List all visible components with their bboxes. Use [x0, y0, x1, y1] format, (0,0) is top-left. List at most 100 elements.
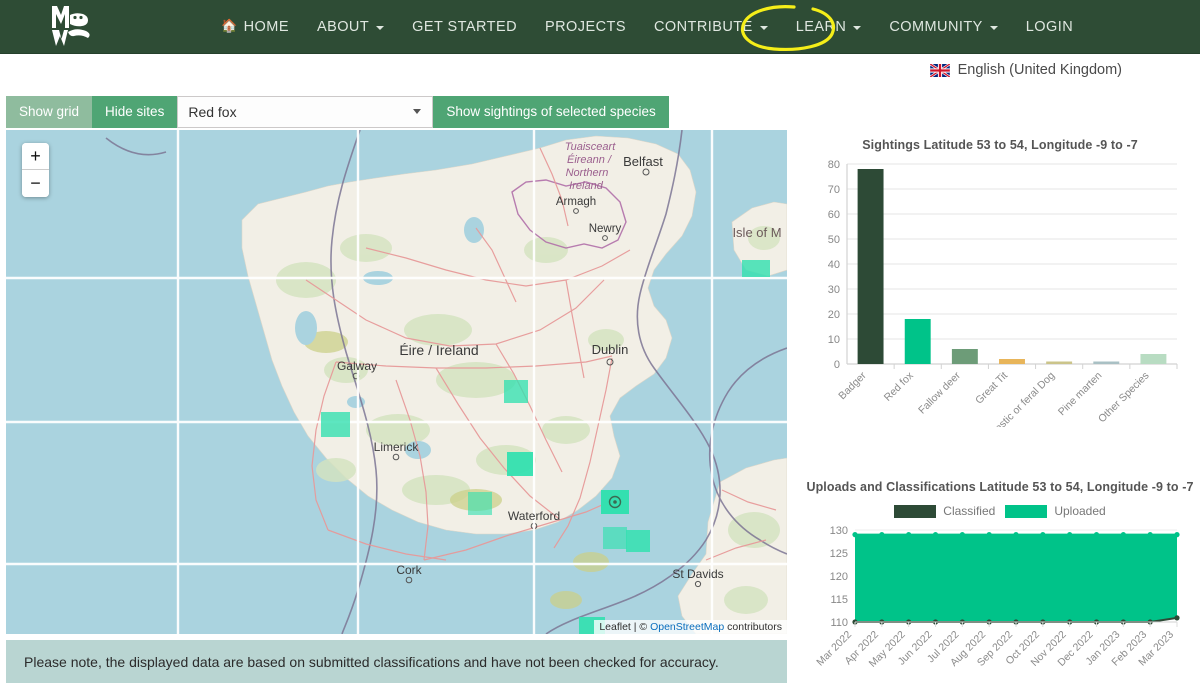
legend-swatch-classified: [894, 504, 937, 518]
legend-item-uploaded[interactable]: Uploaded: [1005, 504, 1106, 518]
sighting-square[interactable]: [603, 527, 627, 549]
chevron-down-icon: [853, 26, 862, 30]
sighting-square[interactable]: [626, 530, 650, 552]
y-axis-tick: 110: [830, 617, 848, 629]
nav-item-projects[interactable]: PROJECTS: [531, 0, 640, 54]
map-label: Waterford: [508, 509, 560, 523]
nav-label: COMMUNITY: [889, 19, 983, 35]
nav-item-login[interactable]: LOGIN: [1012, 0, 1087, 54]
sighting-square[interactable]: [321, 412, 350, 437]
sighting-square[interactable]: [468, 492, 492, 515]
bar-chart-title: Sightings Latitude 53 to 54, Longitude -…: [862, 138, 1138, 152]
x-axis-category-label: Fallow deer: [916, 369, 963, 416]
data-accuracy-note: Please note, the displayed data are base…: [6, 640, 787, 683]
map-label: Éire / Ireland: [399, 342, 478, 358]
bar[interactable]: [1140, 354, 1167, 364]
nav-menu: 🏠 HOME ABOUT GET STARTED PROJECTS CONTRI…: [207, 0, 1087, 54]
bar[interactable]: [1046, 361, 1073, 365]
map-label: Cork: [396, 563, 422, 577]
site-logo[interactable]: [44, 2, 106, 52]
y-axis-tick: 130: [830, 525, 848, 537]
nav-label: HOME: [243, 19, 289, 35]
leaflet-map[interactable]: Tuaisceart Éireann / Northern Ireland Belfas…: [6, 130, 787, 634]
nav-item-home[interactable]: 🏠 HOME: [207, 0, 303, 54]
chevron-down-icon: [413, 109, 422, 114]
line-chart-canvas: 110115120125130Mar 2022Apr 2022May 2022J…: [814, 525, 1180, 670]
x-axis-category-label: Pine marten: [1056, 370, 1105, 419]
show-grid-button[interactable]: Show grid: [6, 96, 93, 128]
map-label: Belfast: [623, 154, 663, 169]
nav-label: CONTRIBUTE: [653, 19, 753, 35]
nav-item-community[interactable]: COMMUNITY: [875, 0, 1011, 54]
zoom-in-button[interactable]: +: [22, 143, 49, 170]
map-label: Tuaisceart: [565, 141, 616, 153]
y-axis-tick: 30: [828, 284, 840, 296]
line-chart-title: Uploads and Classifications Latitude 53 …: [806, 480, 1194, 494]
data-point[interactable]: [959, 532, 965, 538]
data-point[interactable]: [1067, 532, 1073, 538]
x-axis-category-label: Other Species: [1096, 370, 1152, 426]
data-point[interactable]: [1174, 615, 1180, 621]
map-canvas: TuaisceartÉireann /NorthernIreland Belfas…: [6, 130, 787, 634]
openstreetmap-link[interactable]: OpenStreetMap: [650, 621, 724, 633]
uk-flag-icon: [929, 63, 950, 77]
data-point[interactable]: [852, 532, 858, 538]
data-point[interactable]: [1147, 532, 1153, 538]
data-point[interactable]: [1013, 532, 1019, 538]
x-axis-category-label: Great Tit: [973, 370, 1010, 407]
show-sightings-button[interactable]: Show sightings of selected species: [433, 96, 669, 128]
map-label: Limerick: [374, 440, 420, 454]
data-point[interactable]: [1120, 532, 1126, 538]
sighting-square[interactable]: [507, 452, 533, 476]
mammalweb-logo-icon: [52, 6, 90, 46]
nav-label: ABOUT: [316, 19, 370, 35]
map-label: Ireland: [569, 180, 604, 192]
bar[interactable]: [1093, 361, 1120, 365]
nav-label: GET STARTED: [412, 19, 518, 35]
map-toolbar: Show grid Hide sites Red fox Show sighti…: [6, 96, 669, 128]
y-axis-tick: 60: [828, 209, 840, 221]
data-point[interactable]: [1040, 532, 1046, 538]
chart-legend: Classified Uploaded: [805, 504, 1195, 518]
species-select[interactable]: Red fox: [177, 96, 434, 128]
data-point[interactable]: [1093, 532, 1100, 538]
attribution-suffix: contributors: [724, 621, 782, 633]
map-zoom-controls[interactable]: + −: [22, 143, 49, 197]
y-axis-tick: 10: [828, 334, 840, 346]
x-axis-category-label: Red fox: [882, 369, 917, 404]
x-axis-category-label: Badger: [836, 369, 869, 402]
bar[interactable]: [904, 319, 931, 364]
legend-item-classified[interactable]: Classified: [894, 504, 995, 518]
map-label: Éireann /: [567, 153, 612, 166]
bar[interactable]: [951, 349, 978, 364]
legend-label: Classified: [943, 504, 996, 518]
uploaded-area: [855, 534, 1177, 622]
language-label: English (United Kingdom): [957, 62, 1122, 78]
map-label: Newry: [589, 223, 622, 235]
data-point[interactable]: [906, 532, 912, 538]
map-label: Galway: [337, 359, 377, 373]
data-point[interactable]: [986, 532, 992, 538]
language-selector[interactable]: English (United Kingdom): [929, 62, 1122, 78]
bar[interactable]: [857, 169, 884, 364]
nav-item-get-started[interactable]: GET STARTED: [398, 0, 531, 54]
hide-sites-button[interactable]: Hide sites: [92, 96, 178, 128]
data-point[interactable]: [879, 532, 885, 538]
map-attribution: Leaflet | © OpenStreetMap contributors: [594, 620, 787, 634]
uploads-classifications-chart: Uploads and Classifications Latitude 53 …: [805, 478, 1195, 693]
nav-label: PROJECTS: [545, 19, 626, 35]
map-label: St Davids: [672, 567, 723, 581]
zoom-out-button[interactable]: −: [22, 170, 49, 197]
main-navbar: 🏠 HOME ABOUT GET STARTED PROJECTS CONTRI…: [0, 0, 1200, 54]
data-point[interactable]: [932, 532, 939, 538]
bar[interactable]: [999, 359, 1025, 364]
sighting-square[interactable]: [504, 380, 528, 403]
legend-swatch-uploaded: [1005, 504, 1048, 518]
nav-item-learn[interactable]: LEARN: [782, 0, 876, 54]
sighting-square[interactable]: [742, 260, 770, 277]
map-label: Isle of M: [732, 225, 781, 240]
nav-item-about[interactable]: ABOUT: [303, 0, 398, 54]
y-axis-tick: 125: [830, 548, 848, 560]
data-point[interactable]: [1174, 532, 1180, 538]
nav-item-contribute[interactable]: CONTRIBUTE: [640, 0, 782, 54]
